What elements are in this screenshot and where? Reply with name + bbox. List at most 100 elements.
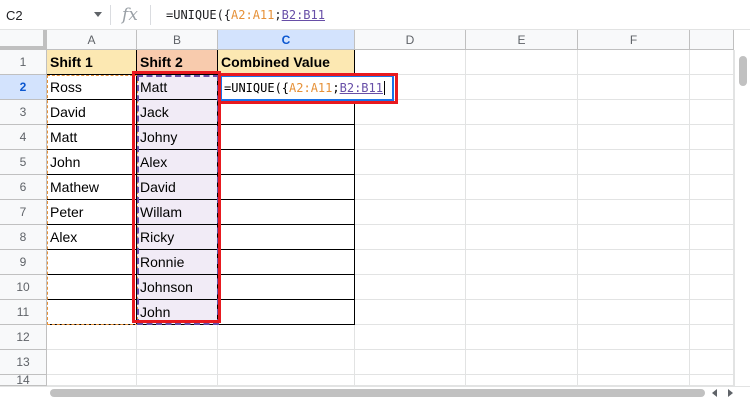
header-shift-1[interactable]: Shift 1 bbox=[47, 50, 137, 75]
cell[interactable] bbox=[690, 125, 734, 150]
cell-combined-value[interactable] bbox=[218, 125, 355, 150]
cell[interactable] bbox=[578, 150, 690, 175]
cell-combined-value[interactable] bbox=[218, 150, 355, 175]
cell-shift-1[interactable]: David bbox=[47, 100, 137, 125]
cell[interactable] bbox=[578, 125, 690, 150]
vertical-scrollbar[interactable] bbox=[734, 50, 750, 386]
cell-combined-value[interactable] bbox=[218, 200, 355, 225]
row-header-6[interactable]: 6 bbox=[0, 175, 47, 200]
cell-combined-value[interactable] bbox=[218, 250, 355, 275]
cell-combined-value[interactable] bbox=[218, 175, 355, 200]
cell[interactable] bbox=[578, 100, 690, 125]
cell[interactable] bbox=[578, 200, 690, 225]
cell[interactable] bbox=[466, 125, 578, 150]
formula-input[interactable]: =UNIQUE({A2:A11; B2:B11 bbox=[166, 0, 325, 30]
row-header-5[interactable]: 5 bbox=[0, 150, 47, 175]
cell[interactable] bbox=[690, 375, 734, 386]
header-combined-value[interactable]: Combined Value bbox=[218, 50, 355, 75]
cell[interactable] bbox=[466, 75, 578, 100]
cell-shift-2[interactable]: Johny bbox=[137, 125, 218, 150]
cell-shift-2[interactable]: Alex bbox=[137, 150, 218, 175]
cell[interactable] bbox=[466, 300, 578, 325]
row-header-3[interactable]: 3 bbox=[0, 100, 47, 125]
cell[interactable] bbox=[690, 250, 734, 275]
cell[interactable] bbox=[690, 175, 734, 200]
row-header-2[interactable]: 2 bbox=[0, 75, 47, 100]
row-header-1[interactable]: 1 bbox=[0, 50, 47, 75]
cell-combined-value[interactable] bbox=[218, 100, 355, 125]
row-header-13[interactable]: 13 bbox=[0, 350, 47, 375]
cell[interactable] bbox=[690, 150, 734, 175]
cell[interactable] bbox=[690, 300, 734, 325]
cell-combined-value[interactable] bbox=[218, 300, 355, 325]
row-header-10[interactable]: 10 bbox=[0, 275, 47, 300]
cell[interactable] bbox=[355, 250, 466, 275]
cell-combined-value[interactable] bbox=[218, 275, 355, 300]
cell-shift-2[interactable]: Matt bbox=[137, 75, 218, 100]
cell[interactable] bbox=[578, 225, 690, 250]
row-header-11[interactable]: 11 bbox=[0, 300, 47, 325]
cell[interactable] bbox=[355, 350, 466, 375]
vertical-scroll-thumb[interactable] bbox=[739, 56, 747, 86]
cell[interactable] bbox=[578, 350, 690, 375]
cell[interactable] bbox=[690, 100, 734, 125]
scroll-right-icon[interactable] bbox=[728, 389, 733, 397]
cell[interactable] bbox=[218, 350, 355, 375]
cell-shift-1[interactable] bbox=[47, 275, 137, 300]
cell[interactable] bbox=[466, 375, 578, 386]
cell[interactable] bbox=[466, 325, 578, 350]
cell[interactable] bbox=[578, 275, 690, 300]
cell[interactable] bbox=[355, 200, 466, 225]
cell[interactable] bbox=[47, 325, 137, 350]
cell[interactable] bbox=[466, 100, 578, 125]
cell[interactable] bbox=[355, 225, 466, 250]
cell[interactable] bbox=[690, 50, 734, 75]
row-header-9[interactable]: 9 bbox=[0, 250, 47, 275]
cell-shift-2[interactable]: Willam bbox=[137, 200, 218, 225]
cell[interactable] bbox=[355, 125, 466, 150]
cell-shift-1[interactable]: Ross bbox=[47, 75, 137, 100]
cell[interactable] bbox=[355, 325, 466, 350]
cell[interactable] bbox=[690, 275, 734, 300]
cell-editor[interactable]: =UNIQUE({A2:A11; B2:B11 bbox=[220, 75, 394, 101]
row-header-8[interactable]: 8 bbox=[0, 225, 47, 250]
cell-shift-1[interactable]: Mathew bbox=[47, 175, 137, 200]
cell[interactable] bbox=[690, 225, 734, 250]
cell-shift-1[interactable]: Matt bbox=[47, 125, 137, 150]
cell[interactable] bbox=[355, 375, 466, 386]
cell[interactable] bbox=[466, 350, 578, 375]
cell[interactable] bbox=[355, 300, 466, 325]
cell[interactable] bbox=[355, 50, 466, 75]
cell[interactable] bbox=[466, 50, 578, 75]
horizontal-scrollbar[interactable] bbox=[0, 386, 750, 398]
cell-shift-1[interactable] bbox=[47, 250, 137, 275]
cell[interactable] bbox=[355, 175, 466, 200]
cell[interactable] bbox=[137, 375, 218, 386]
cell[interactable] bbox=[690, 200, 734, 225]
column-header-b[interactable]: B bbox=[137, 30, 218, 50]
cell[interactable] bbox=[355, 100, 466, 125]
cell[interactable] bbox=[578, 50, 690, 75]
column-header-a[interactable]: A bbox=[47, 30, 137, 50]
name-box[interactable]: C2 bbox=[0, 0, 110, 30]
cell-shift-2[interactable]: David bbox=[137, 175, 218, 200]
cell-shift-2[interactable]: Ronnie bbox=[137, 250, 218, 275]
column-header-e[interactable]: E bbox=[466, 30, 578, 50]
cell[interactable] bbox=[690, 75, 734, 100]
cell-shift-1[interactable] bbox=[47, 300, 137, 325]
header-shift-2[interactable]: Shift 2 bbox=[137, 50, 218, 75]
cell[interactable] bbox=[137, 325, 218, 350]
cell-shift-1[interactable]: Alex bbox=[47, 225, 137, 250]
cell[interactable] bbox=[137, 350, 218, 375]
cell[interactable] bbox=[47, 375, 137, 386]
row-header-7[interactable]: 7 bbox=[0, 200, 47, 225]
cell[interactable] bbox=[578, 250, 690, 275]
cell[interactable] bbox=[578, 175, 690, 200]
horizontal-scroll-thumb[interactable] bbox=[50, 389, 705, 397]
cell[interactable] bbox=[47, 350, 137, 375]
cell[interactable] bbox=[466, 275, 578, 300]
column-header-f[interactable]: F bbox=[578, 30, 690, 50]
cell[interactable] bbox=[466, 175, 578, 200]
cell[interactable] bbox=[355, 150, 466, 175]
cell-shift-2[interactable]: Johnson bbox=[137, 275, 218, 300]
